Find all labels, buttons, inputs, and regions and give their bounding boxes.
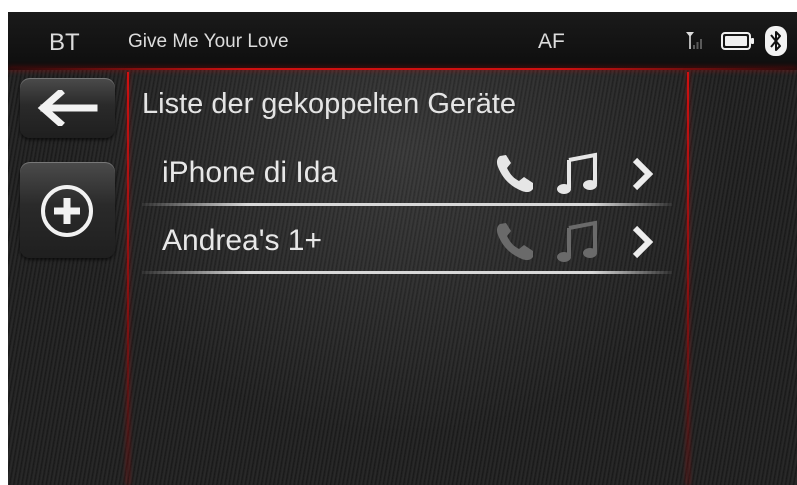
row-divider [142,271,672,274]
status-bar-divider [8,68,797,70]
af-indicator: AF [538,30,565,53]
chevron-right-icon[interactable] [630,156,654,192]
bluetooth-icon [765,26,787,56]
back-arrow-icon [37,90,98,126]
device-name: iPhone di Ida [162,156,338,189]
head-unit-screen: BT Give Me Your Love AF Liste der gekopp… [8,12,797,485]
device-row-iphone[interactable]: iPhone di Ida [142,144,672,206]
device-name: Andrea's 1+ [162,224,323,257]
chevron-right-icon[interactable] [630,224,654,260]
list-right-border [687,72,689,485]
battery-icon [721,32,754,50]
now-playing-title: Give Me Your Love [128,31,289,52]
source-label[interactable]: BT [49,29,80,57]
device-row-andrea[interactable]: Andrea's 1+ [142,212,672,274]
phone-icon [496,155,533,193]
phone-icon [496,223,533,261]
list-title: Liste der gekoppelten Geräte [142,88,517,120]
status-bar: BT Give Me Your Love AF [8,12,797,70]
row-divider [142,203,672,206]
signal-icon [686,32,702,49]
list-left-border [127,72,129,485]
music-note-icon [557,152,597,194]
music-note-icon [557,220,597,262]
back-button[interactable] [20,78,115,138]
add-device-button[interactable] [20,162,115,258]
plus-circle-icon [41,185,93,237]
